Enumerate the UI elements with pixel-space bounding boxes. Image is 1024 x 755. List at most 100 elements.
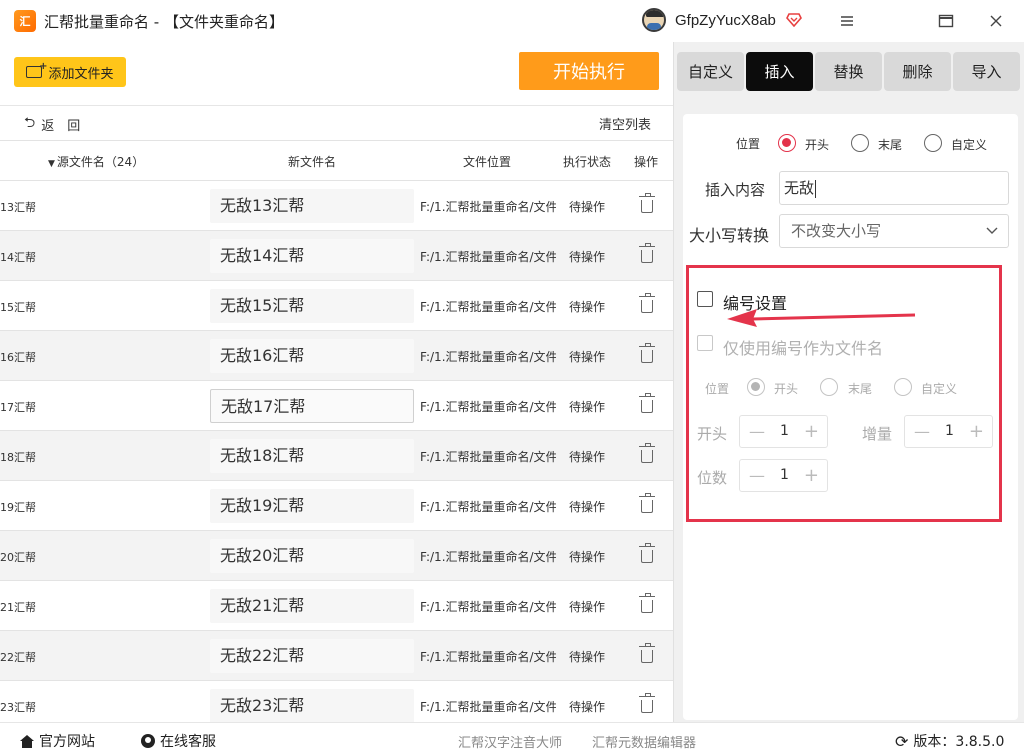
new-name-field[interactable]: 无敌17汇帮 (210, 389, 414, 423)
case-convert-value: 不改变大小写 (791, 222, 882, 240)
vip-diamond-icon[interactable] (785, 11, 803, 29)
new-name-field[interactable]: 无敌22汇帮 (210, 639, 414, 673)
status-cell: 待操作 (569, 600, 606, 614)
plus-icon[interactable]: + (804, 465, 819, 486)
start-execute-button[interactable]: 开始执行 (519, 52, 659, 90)
tab-insert[interactable]: 插入 (746, 52, 813, 91)
location-cell: F:/1.汇帮批量重命名/文件 (420, 650, 556, 664)
position-custom-radio[interactable] (924, 134, 942, 152)
location-cell: F:/1.汇帮批量重命名/文件 (420, 400, 556, 414)
increment-stepper[interactable]: — 1 + (904, 415, 993, 448)
insert-content-input[interactable]: 无敌 (779, 171, 1009, 205)
delete-row-button[interactable] (639, 493, 655, 513)
new-name-field[interactable]: 无敌15汇帮 (210, 289, 414, 323)
new-name-field[interactable]: 无敌20汇帮 (210, 539, 414, 573)
position-end-radio[interactable] (851, 134, 869, 152)
tab-delete[interactable]: 删除 (884, 52, 951, 91)
table-row[interactable]: 18汇帮 无敌18汇帮 F:/1.汇帮批量重命名/文件 待操作 (0, 431, 673, 481)
menu-icon[interactable] (836, 10, 858, 32)
only-number-checkbox[interactable] (697, 335, 713, 351)
table-row[interactable]: 16汇帮 无敌16汇帮 F:/1.汇帮批量重命名/文件 待操作 (0, 331, 673, 381)
delete-row-button[interactable] (639, 293, 655, 313)
delete-row-button[interactable] (639, 193, 655, 213)
source-name-cell: 22汇帮 (0, 651, 36, 664)
version-info[interactable]: ⟳ 版本：3.8.5.0 (895, 731, 1004, 751)
close-icon[interactable] (985, 10, 1007, 32)
delete-row-button[interactable] (639, 593, 655, 613)
sort-caret-icon: ▼ (48, 159, 55, 169)
delete-row-button[interactable] (639, 343, 655, 363)
plus-icon[interactable]: + (804, 421, 819, 442)
header-source[interactable]: ▼ 源文件名（24） (48, 153, 144, 170)
num-position-end-radio[interactable] (820, 378, 838, 396)
table-row[interactable]: 19汇帮 无敌19汇帮 F:/1.汇帮批量重命名/文件 待操作 (0, 481, 673, 531)
numbering-checkbox[interactable] (697, 291, 713, 307)
plus-icon[interactable]: + (969, 421, 984, 442)
delete-row-button[interactable] (639, 243, 655, 263)
location-cell: F:/1.汇帮批量重命名/文件 (420, 700, 556, 714)
delete-row-button[interactable] (639, 543, 655, 563)
table-row[interactable]: 21汇帮 无敌21汇帮 F:/1.汇帮批量重命名/文件 待操作 (0, 581, 673, 631)
table-row[interactable]: 13汇帮 无敌13汇帮 F:/1.汇帮批量重命名/文件 待操作 (0, 181, 673, 231)
metadata-tool-link[interactable]: 汇帮元数据编辑器 (592, 732, 696, 751)
table-row[interactable]: 14汇帮 无敌14汇帮 F:/1.汇帮批量重命名/文件 待操作 (0, 231, 673, 281)
source-name-cell: 21汇帮 (0, 601, 36, 614)
start-number-stepper[interactable]: — 1 + (739, 415, 828, 448)
customer-service-icon (141, 734, 155, 748)
table-row[interactable]: 20汇帮 无敌20汇帮 F:/1.汇帮批量重命名/文件 待操作 (0, 531, 673, 581)
online-support-link[interactable]: 在线客服 (141, 731, 216, 751)
delete-row-button[interactable] (639, 693, 655, 713)
new-name-field[interactable]: 无敌14汇帮 (210, 239, 414, 273)
app-logo-icon: 汇 (14, 10, 36, 32)
new-name-field[interactable]: 无敌19汇帮 (210, 489, 414, 523)
clear-list-button[interactable]: 清空列表 (599, 114, 651, 133)
table-row[interactable]: 22汇帮 无敌22汇帮 F:/1.汇帮批量重命名/文件 待操作 (0, 631, 673, 681)
trash-icon (639, 643, 655, 663)
delete-row-button[interactable] (639, 393, 655, 413)
case-convert-select[interactable]: 不改变大小写 (779, 214, 1009, 248)
table-row[interactable]: 17汇帮 无敌17汇帮 F:/1.汇帮批量重命名/文件 待操作 (0, 381, 673, 431)
new-name-field[interactable]: 无敌23汇帮 (210, 689, 414, 723)
new-name-field[interactable]: 无敌21汇帮 (210, 589, 414, 623)
location-cell: F:/1.汇帮批量重命名/文件 (420, 200, 556, 214)
location-cell: F:/1.汇帮批量重命名/文件 (420, 600, 556, 614)
location-cell: F:/1.汇帮批量重命名/文件 (420, 250, 556, 264)
position-start-radio[interactable] (778, 134, 796, 152)
start-number-label: 开头 (697, 425, 728, 443)
divider (0, 105, 674, 106)
tab-import[interactable]: 导入 (953, 52, 1020, 91)
add-folder-button[interactable]: 添加文件夹 (14, 57, 126, 87)
file-table: ▼ 源文件名（24） 新文件名 文件位置 执行状态 操作 13汇帮 无敌13汇帮 F:… (0, 140, 673, 731)
pinyin-tool-link[interactable]: 汇帮汉字注音大师 (458, 732, 562, 751)
source-name-cell: 16汇帮 (0, 351, 36, 364)
add-folder-icon (26, 61, 47, 78)
new-name-field[interactable]: 无敌18汇帮 (210, 439, 414, 473)
pane-divider (673, 42, 674, 722)
delete-row-button[interactable] (639, 643, 655, 663)
trash-icon (639, 593, 655, 613)
user-area[interactable]: GfpZyYucX8ab (642, 8, 803, 32)
status-cell: 待操作 (569, 350, 606, 364)
back-button[interactable]: ⮌ 返 回 (24, 112, 80, 136)
num-position-custom-radio[interactable] (894, 378, 912, 396)
new-name-field[interactable]: 无敌13汇帮 (210, 189, 414, 223)
num-position-start-radio[interactable] (747, 378, 765, 396)
source-name-cell: 15汇帮 (0, 301, 36, 314)
delete-row-button[interactable] (639, 443, 655, 463)
position-end-label: 末尾 (878, 138, 903, 152)
new-name-field[interactable]: 无敌16汇帮 (210, 339, 414, 373)
official-site-link[interactable]: 官方网站 (20, 731, 95, 751)
trash-icon (639, 343, 655, 363)
table-row[interactable]: 15汇帮 无敌15汇帮 F:/1.汇帮批量重命名/文件 待操作 (0, 281, 673, 331)
tab-replace[interactable]: 替换 (815, 52, 882, 91)
source-name-cell: 17汇帮 (0, 401, 36, 414)
back-label: 返 回 (41, 118, 81, 134)
avatar[interactable] (642, 8, 666, 32)
only-number-label: 仅使用编号作为文件名 (723, 339, 884, 358)
tab-custom[interactable]: 自定义 (677, 52, 744, 91)
username[interactable]: GfpZyYucX8ab (675, 12, 776, 29)
insert-content-label: 插入内容 (705, 181, 766, 199)
header-location: 文件位置 (463, 155, 512, 169)
digits-stepper[interactable]: — 1 + (739, 459, 828, 492)
maximize-icon[interactable] (935, 10, 957, 32)
